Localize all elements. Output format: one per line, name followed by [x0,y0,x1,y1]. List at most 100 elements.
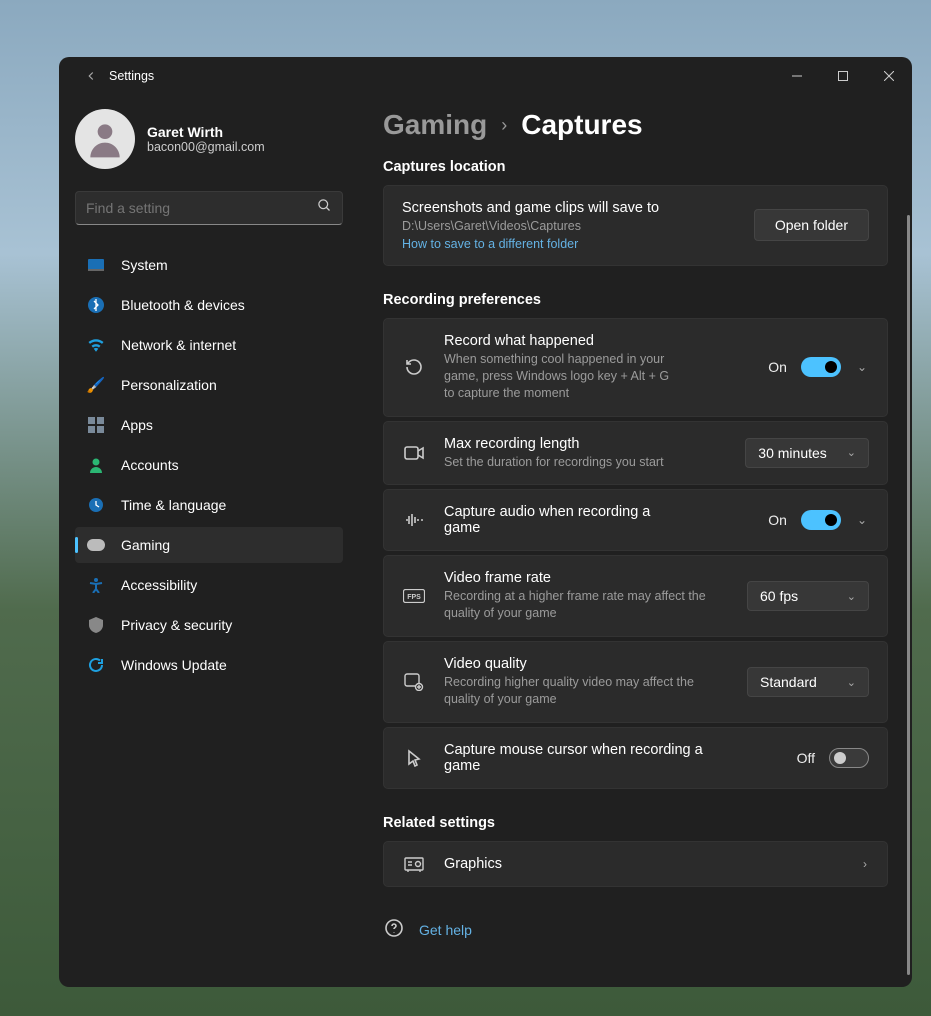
person-icon [87,456,105,474]
section-title: Captures location [383,159,888,175]
select-value: Standard [760,674,817,690]
back-button[interactable] [75,69,107,83]
nav-bluetooth[interactable]: Bluetooth & devices [75,287,343,323]
capture-cursor-toggle[interactable] [829,748,869,768]
avatar [75,109,135,169]
nav-label: Apps [121,417,153,433]
scrollbar-thumb[interactable] [907,215,910,975]
card-title: Video frame rate [444,570,729,586]
nav-network[interactable]: Network & internet [75,327,343,363]
bluetooth-icon [87,296,105,314]
card-subtitle: Recording at a higher frame rate may aff… [444,588,714,622]
svg-text:FPS: FPS [407,594,421,601]
minimize-button[interactable] [774,60,820,92]
clock-icon [87,496,105,514]
apps-icon [87,416,105,434]
nav-gaming[interactable]: Gaming [75,527,343,563]
nav-label: Bluetooth & devices [121,297,245,313]
chevron-down-icon: ⌄ [847,446,856,459]
captures-location-card: Screenshots and game clips will save to … [383,185,888,266]
breadcrumb-parent[interactable]: Gaming [383,109,487,141]
captures-location-section: Captures location Screenshots and game c… [383,159,888,266]
page-title: Captures [521,109,642,141]
capture-cursor-card: Capture mouse cursor when recording a ga… [383,727,888,789]
fps-select[interactable]: 60 fps ⌄ [747,581,869,611]
quality-icon [402,673,426,691]
nav-label: Gaming [121,537,170,553]
nav-label: System [121,257,168,273]
recording-prefs-section: Recording preferences Record what happen… [383,292,888,789]
window-controls [774,60,912,92]
nav-apps[interactable]: Apps [75,407,343,443]
section-title: Related settings [383,815,888,831]
capture-audio-card: Capture audio when recording a game On ⌄ [383,489,888,551]
wifi-icon [87,336,105,354]
card-subtitle: When something cool happened in your gam… [444,351,674,402]
audio-wave-icon [402,512,426,528]
main-content: Gaming › Captures Captures location Scre… [359,95,912,987]
location-help-link[interactable]: How to save to a different folder [402,237,736,251]
search-input[interactable] [86,200,317,216]
help-label: Get help [419,922,472,938]
search-icon [317,198,332,218]
select-value: 60 fps [760,588,798,604]
user-name: Garet Wirth [147,124,265,140]
nav-system[interactable]: System [75,247,343,283]
update-icon [87,656,105,674]
record-what-happened-card: Record what happened When something cool… [383,318,888,417]
related-settings-section: Related settings Graphics › [383,815,888,887]
toggle-state: On [768,359,787,375]
nav-list: System Bluetooth & devices Network & int… [75,247,343,683]
settings-window: Settings Garet Wirth bacon00@gmail.com [59,57,912,987]
nav-time-language[interactable]: Time & language [75,487,343,523]
search-box[interactable] [75,191,343,225]
section-title: Recording preferences [383,292,888,308]
chevron-down-icon: ⌄ [847,676,856,689]
sidebar: Garet Wirth bacon00@gmail.com System Blu… [59,95,359,987]
max-length-select[interactable]: 30 minutes ⌄ [745,438,869,468]
location-line: Screenshots and game clips will save to [402,200,736,216]
capture-audio-toggle[interactable] [801,510,841,530]
scrollbar[interactable] [904,95,912,987]
expand-chevron-icon[interactable]: ⌄ [855,360,869,374]
chevron-down-icon: ⌄ [847,590,856,603]
card-subtitle: Set the duration for recordings you star… [444,454,727,471]
nav-label: Personalization [121,377,217,393]
video-frame-rate-card: FPS Video frame rate Recording at a high… [383,555,888,637]
close-button[interactable] [866,60,912,92]
location-path: D:\Users\Garet\Videos\Captures [402,218,736,235]
toggle-state: On [768,512,787,528]
nav-personalization[interactable]: 🖌️ Personalization [75,367,343,403]
get-help-link[interactable]: Get help [383,913,888,948]
user-block[interactable]: Garet Wirth bacon00@gmail.com [75,109,343,169]
max-recording-length-card: Max recording length Set the duration fo… [383,421,888,486]
accessibility-icon [87,576,105,594]
nav-label: Privacy & security [121,617,232,633]
user-email: bacon00@gmail.com [147,140,265,154]
paintbrush-icon: 🖌️ [87,376,105,394]
nav-accounts[interactable]: Accounts [75,447,343,483]
select-value: 30 minutes [758,445,826,461]
graphics-link-card[interactable]: Graphics › [383,841,888,887]
help-icon [385,919,405,942]
maximize-button[interactable] [820,60,866,92]
graphics-icon [402,856,426,872]
record-happened-toggle[interactable] [801,357,841,377]
card-title: Video quality [444,656,729,672]
card-title: Record what happened [444,333,750,349]
quality-select[interactable]: Standard ⌄ [747,667,869,697]
card-title: Capture audio when recording a game [444,504,654,536]
nav-label: Accounts [121,457,179,473]
display-icon [87,256,105,274]
nav-label: Windows Update [121,657,227,673]
nav-label: Time & language [121,497,226,513]
card-subtitle: Recording higher quality video may affec… [444,674,704,708]
nav-privacy[interactable]: Privacy & security [75,607,343,643]
nav-accessibility[interactable]: Accessibility [75,567,343,603]
nav-windows-update[interactable]: Windows Update [75,647,343,683]
open-folder-button[interactable]: Open folder [754,209,869,241]
card-title: Capture mouse cursor when recording a ga… [444,742,704,774]
shield-icon [87,616,105,634]
expand-chevron-icon[interactable]: ⌄ [855,513,869,527]
cursor-icon [402,749,426,767]
